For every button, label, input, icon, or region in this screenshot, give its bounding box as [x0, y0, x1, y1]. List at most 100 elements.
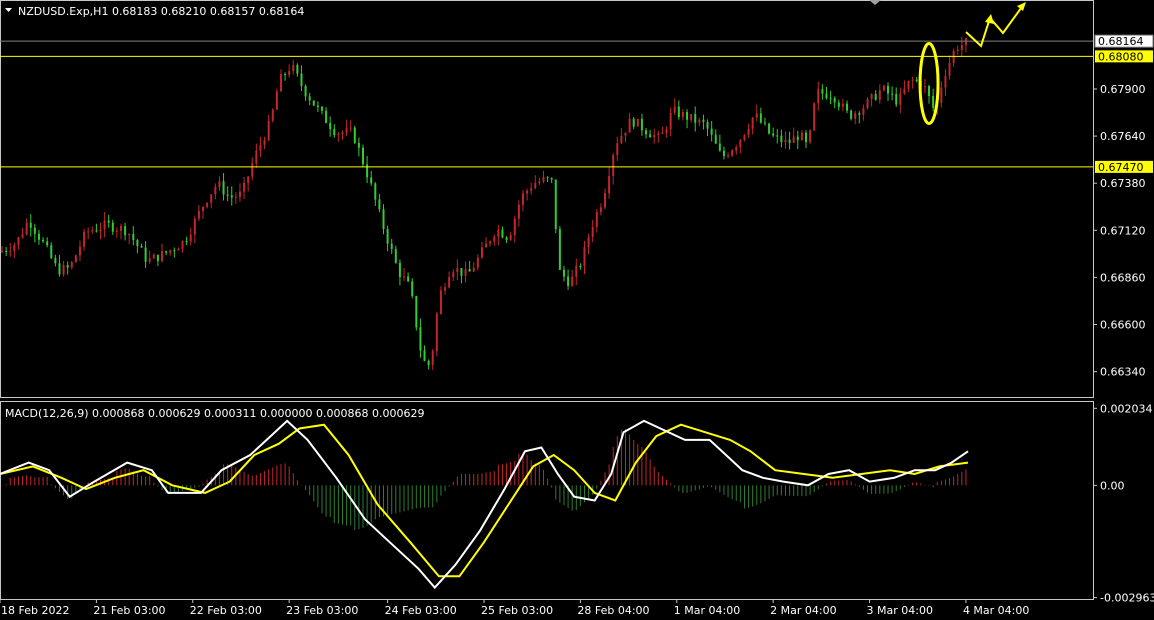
candle-body	[288, 71, 291, 75]
candle-body	[46, 241, 49, 246]
candle-body	[341, 132, 344, 135]
candle-body	[550, 177, 553, 180]
candle-body	[878, 90, 881, 100]
candle-body	[111, 222, 114, 232]
candle-body	[493, 236, 496, 242]
candle-body	[940, 87, 943, 103]
candle-body	[202, 206, 205, 211]
candle-body	[357, 142, 360, 148]
candle-body	[448, 277, 451, 288]
candle-body	[390, 243, 393, 250]
candle-body	[817, 89, 820, 104]
price-axis-label: 0.67380	[1100, 177, 1146, 190]
candle-body	[928, 86, 931, 96]
price-axis-label: 0.66340	[1100, 366, 1146, 379]
candle-body	[419, 327, 422, 351]
candle-body	[259, 144, 262, 151]
candle-body	[718, 143, 721, 151]
candle-body	[645, 130, 648, 135]
candle-body	[497, 229, 500, 237]
candle-body	[66, 265, 69, 268]
candle-body	[907, 80, 910, 89]
candle-body	[394, 249, 397, 263]
candle-body	[583, 247, 586, 267]
trading-chart[interactable]: 0.68080 0.67470 0.68164 0.67900 0.67640 0.67…	[0, 0, 1154, 620]
candle-body	[378, 199, 381, 210]
candle-body	[599, 207, 602, 213]
candle-body	[772, 133, 775, 136]
macd-axis-label: 0.00	[1100, 479, 1125, 492]
candle-body	[107, 220, 110, 223]
candle-body	[370, 177, 373, 184]
candle-body	[554, 179, 557, 230]
candle-body	[218, 181, 221, 187]
candle-body	[874, 94, 877, 100]
candle-body	[403, 276, 406, 278]
candle-body	[690, 113, 693, 120]
candle-body	[156, 254, 159, 262]
candle-body	[103, 220, 106, 230]
candle-body	[698, 119, 701, 123]
candle-body	[296, 64, 299, 74]
price-axis-label: 0.66860	[1100, 271, 1146, 284]
candle-body	[792, 136, 795, 143]
candle-body	[161, 251, 164, 262]
candle-body	[587, 237, 590, 248]
candle-body	[804, 132, 807, 143]
candle-body	[841, 103, 844, 107]
candle-body	[21, 234, 24, 238]
candle-body	[727, 155, 730, 157]
time-axis-label: 21 Feb 03:00	[93, 604, 165, 617]
candle-body	[722, 150, 725, 157]
candle-body	[903, 88, 906, 94]
candle-body	[870, 94, 873, 100]
candle-body	[247, 176, 250, 183]
candle-body	[95, 230, 98, 232]
candle-body	[284, 74, 287, 76]
candle-body	[382, 209, 385, 230]
candle-body	[329, 123, 332, 130]
candle-body	[115, 230, 118, 232]
candle-body	[562, 269, 565, 277]
macd-axis-label: 0.002034	[1100, 402, 1153, 415]
candle-body	[132, 234, 135, 241]
candle-body	[173, 250, 176, 252]
candle-body	[353, 127, 356, 143]
candle-body	[189, 234, 192, 242]
candle-body	[148, 258, 151, 262]
price-axis-label: 0.67900	[1100, 83, 1146, 96]
candle-body	[513, 218, 516, 236]
price-axis-label: 0.67120	[1100, 224, 1146, 237]
candle-body	[316, 105, 319, 107]
candle-body	[665, 129, 668, 134]
candle-body	[230, 195, 233, 198]
candle-body	[825, 93, 828, 99]
candle-body	[620, 135, 623, 144]
candle-body	[345, 128, 348, 133]
candle-body	[37, 233, 40, 240]
candle-body	[509, 235, 512, 240]
candle-body	[677, 106, 680, 117]
candle-body	[349, 127, 352, 129]
time-axis-label: 3 Mar 04:00	[867, 604, 933, 617]
time-axis-label: 24 Feb 03:00	[385, 604, 457, 617]
candle-body	[1, 251, 4, 253]
candle-body	[768, 123, 771, 134]
candle-body	[62, 265, 65, 275]
candle-body	[854, 113, 857, 119]
candle-body	[222, 181, 225, 195]
candle-body	[464, 269, 467, 276]
time-axis-label: 28 Feb 04:00	[577, 604, 649, 617]
macd-header: MACD(12,26,9) 0.000868 0.000629 0.000311…	[5, 407, 424, 420]
candle-body	[616, 143, 619, 156]
candle-body	[948, 62, 951, 76]
candle-body	[579, 266, 582, 268]
candle-body	[304, 85, 307, 97]
candle-body	[743, 134, 746, 140]
candle-body	[780, 135, 783, 143]
candle-body	[833, 98, 836, 103]
candle-body	[813, 103, 816, 131]
candle-body	[800, 132, 803, 141]
candle-body	[300, 73, 303, 86]
candle-body	[850, 110, 853, 119]
